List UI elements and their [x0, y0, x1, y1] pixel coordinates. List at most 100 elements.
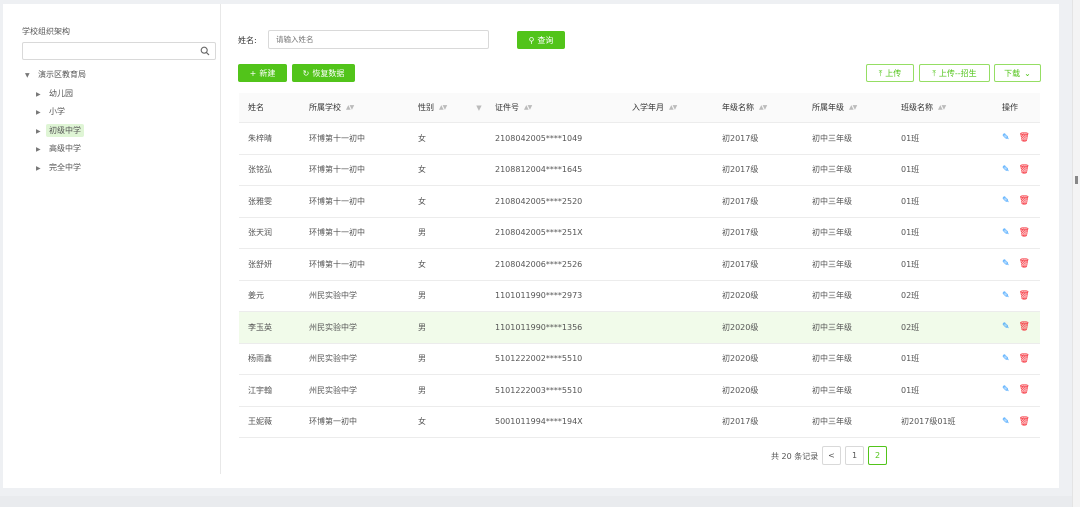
- row-actions: ✎ 🗑: [1002, 407, 1030, 438]
- sort-icon[interactable]: ▲▼: [849, 104, 857, 111]
- search-icon[interactable]: [200, 46, 210, 56]
- row-actions: ✎ 🗑: [1002, 344, 1030, 375]
- cell-gender: 女: [418, 133, 426, 143]
- name-search-input[interactable]: [268, 30, 489, 49]
- edit-icon[interactable]: ✎: [1002, 133, 1010, 143]
- delete-icon[interactable]: 🗑: [1019, 259, 1030, 269]
- cell-grade: 初中三年级: [812, 385, 852, 395]
- tree-node-junior-middle[interactable]: ▶ 初级中学: [25, 122, 89, 141]
- delete-icon[interactable]: 🗑: [1019, 165, 1030, 175]
- sort-icon[interactable]: ▲▼: [759, 104, 767, 111]
- header-grade-name[interactable]: 年级名称 ▲▼: [722, 93, 767, 122]
- cell-class-name: 02班: [901, 322, 920, 332]
- delete-icon[interactable]: 🗑: [1019, 228, 1030, 238]
- header-id-number[interactable]: 证件号 ▲▼: [495, 93, 532, 122]
- edit-icon[interactable]: ✎: [1002, 228, 1010, 238]
- upload-button[interactable]: ⤒ 上传: [866, 64, 914, 82]
- cell-id-number: 5101222003****5510: [495, 385, 583, 395]
- delete-icon[interactable]: 🗑: [1019, 385, 1030, 395]
- row-actions: ✎ 🗑: [1002, 186, 1030, 217]
- caret-right-icon[interactable]: ▶: [36, 160, 46, 179]
- cell-grade: 初中三年级: [812, 417, 852, 427]
- sort-icon[interactable]: ▲▼: [669, 104, 677, 111]
- edit-icon[interactable]: ✎: [1002, 165, 1010, 175]
- delete-icon[interactable]: 🗑: [1019, 417, 1030, 427]
- cell-grade: 初中三年级: [812, 196, 852, 206]
- caret-right-icon[interactable]: ▶: [36, 123, 46, 142]
- cell-grade: 初中三年级: [812, 228, 852, 238]
- caret-right-icon[interactable]: ▶: [36, 104, 46, 123]
- edit-icon[interactable]: ✎: [1002, 259, 1010, 269]
- prev-page-button[interactable]: <: [822, 446, 841, 465]
- table-row: 杨雨鑫 州民实验中学 男 5101222002****5510 初2020级 初中三年级 0…: [239, 344, 1040, 375]
- edit-icon[interactable]: ✎: [1002, 196, 1010, 206]
- main-card: 学校组织架构 ▼演示区教育局 ▶幼儿园 ▶小学 ▶初级中学 ▶高级中学: [3, 4, 1059, 488]
- cell-gender: 女: [418, 259, 426, 269]
- cell-id-number: 1101011990****1356: [495, 322, 583, 332]
- cell-id-number: 5001011994****194X: [495, 417, 583, 427]
- caret-down-icon[interactable]: ▼: [25, 67, 35, 86]
- row-actions: ✎ 🗑: [1002, 155, 1030, 186]
- delete-icon[interactable]: 🗑: [1019, 291, 1030, 301]
- delete-icon[interactable]: 🗑: [1019, 322, 1030, 332]
- cell-grade: 初中三年级: [812, 322, 852, 332]
- edit-icon[interactable]: ✎: [1002, 385, 1010, 395]
- scrollbar-thumb[interactable]: [1075, 176, 1078, 184]
- cell-grade: 初中三年级: [812, 133, 852, 143]
- edit-icon[interactable]: ✎: [1002, 291, 1010, 301]
- edit-icon[interactable]: ✎: [1002, 322, 1010, 332]
- page-1-button[interactable]: 1: [845, 446, 864, 465]
- header-name: 姓名: [248, 103, 264, 112]
- delete-icon[interactable]: 🗑: [1019, 133, 1030, 143]
- cell-grade-name: 初2017级: [722, 133, 759, 143]
- download-dropdown-button[interactable]: 下载 ⌄: [994, 64, 1041, 82]
- sort-icon[interactable]: ▲▼: [524, 104, 532, 111]
- tree-search-input[interactable]: [22, 42, 216, 60]
- delete-icon[interactable]: 🗑: [1019, 196, 1030, 206]
- tree-node-root[interactable]: ▼ 演示区教育局: [25, 66, 89, 85]
- tree-node-primary[interactable]: ▶ 小学: [25, 103, 89, 122]
- cell-class-name: 01班: [901, 165, 920, 175]
- cell-grade-name: 初2017级: [722, 165, 759, 175]
- org-tree-title: 学校组织架构: [22, 27, 70, 36]
- filter-icon[interactable]: ▼: [476, 104, 481, 112]
- vertical-scrollbar[interactable]: [1072, 0, 1080, 507]
- cell-grade: 初中三年级: [812, 165, 852, 175]
- new-button[interactable]: + 新建: [238, 64, 287, 82]
- caret-right-icon[interactable]: ▶: [36, 86, 46, 105]
- header-enroll-month[interactable]: 入学年月 ▲▼: [632, 93, 677, 122]
- table-row: 江宇翰 州民实验中学 男 5101222003****5510 初2020级 初中三年级 0…: [239, 375, 1040, 407]
- tree-node-senior-high[interactable]: ▶ 高级中学: [25, 140, 89, 159]
- query-button[interactable]: ⚲ 查询: [517, 31, 565, 49]
- tree-node-complete-middle[interactable]: ▶ 完全中学: [25, 159, 89, 178]
- edit-icon[interactable]: ✎: [1002, 417, 1010, 427]
- tree-node-kindergarten[interactable]: ▶ 幼儿园: [25, 85, 89, 104]
- header-class-name[interactable]: 班级名称 ▲▼: [901, 93, 946, 122]
- caret-right-icon[interactable]: ▶: [36, 141, 46, 160]
- cell-class-name: 01班: [901, 259, 920, 269]
- cell-name: 杨雨鑫: [248, 354, 272, 364]
- restore-data-button[interactable]: ↻ 恢复数据: [292, 64, 355, 82]
- sort-icon[interactable]: ▲▼: [346, 104, 354, 111]
- bottom-bar: [0, 496, 1072, 507]
- cell-grade-name: 初2020级: [722, 385, 759, 395]
- sort-icon[interactable]: ▲▼: [938, 104, 946, 111]
- sort-icon[interactable]: ▲▼: [439, 104, 447, 111]
- header-school[interactable]: 所属学校 ▲▼: [309, 93, 354, 122]
- cell-grade: 初中三年级: [812, 291, 852, 301]
- header-grade[interactable]: 所属年级 ▲▼: [812, 93, 857, 122]
- table-row: 姜元 州民实验中学 男 1101011990****2973 初2020级 初中三年级 02…: [239, 281, 1040, 312]
- delete-icon[interactable]: 🗑: [1019, 354, 1030, 364]
- cell-grade-name: 初2017级: [722, 259, 759, 269]
- cell-gender: 男: [418, 354, 426, 364]
- header-gender[interactable]: 性别 ▲▼ ▼: [418, 93, 482, 122]
- page-2-button[interactable]: 2: [868, 446, 887, 465]
- cell-class-name: 初2017级01班: [901, 417, 956, 427]
- cell-name: 姜元: [248, 291, 264, 301]
- cell-gender: 男: [418, 385, 426, 395]
- upload-enroll-button[interactable]: ⤒ 上传--招生: [919, 64, 990, 82]
- edit-icon[interactable]: ✎: [1002, 354, 1010, 364]
- cell-class-name: 01班: [901, 354, 920, 364]
- cell-school: 州民实验中学: [309, 322, 357, 332]
- cell-school: 环博第十一初中: [309, 228, 365, 238]
